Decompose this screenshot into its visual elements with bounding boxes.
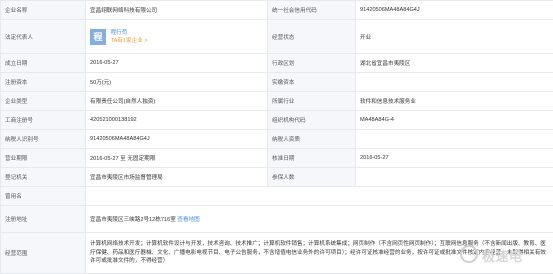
- table-row: 纳税人识别号 91420506MA48A84G4J 纳税人资质: [0, 129, 553, 149]
- value-former-name: [85, 186, 553, 206]
- value-registration-authority: 宜昌市夷陵区市场监督管理局: [85, 167, 268, 187]
- label-industry: 所属行业: [267, 91, 356, 111]
- legal-rep-companies-link[interactable]: TA有1家企业 >: [111, 38, 148, 44]
- value-address: 宜昌市夷陵区三峡路2号12栋716室: [90, 217, 176, 223]
- table-row: 营业期限 2016-05-27 至 无固定期限 核准日期 2016-05-27: [0, 148, 553, 168]
- value-region: 湖北省宜昌市夷陵区: [355, 53, 553, 73]
- value-company-name: 宜昌翊联网络科技有限公司: [85, 0, 268, 20]
- value-business-term: 2016-05-27 至 无固定期限: [85, 148, 268, 168]
- table-row: 企业类型 有限责任公司(自然人独资) 所属行业 软件和信息技术服务业: [0, 91, 553, 111]
- label-registration-no: 工商注册号: [0, 110, 86, 130]
- label-address: 注册地址: [0, 205, 86, 233]
- table-row: 曾用名: [0, 186, 553, 206]
- label-registration-authority: 登记机关: [0, 167, 86, 187]
- value-paid-capital: [355, 72, 553, 92]
- label-established: 成立日期: [0, 53, 86, 73]
- label-company-name: 企业名称: [0, 0, 86, 20]
- value-taxpayer-qualification: [355, 129, 553, 149]
- value-credit-code: 91420506MA48A84G4J: [355, 0, 553, 20]
- value-org-code: MA48A84G-4: [355, 110, 553, 130]
- address-cell: 宜昌市夷陵区三峡路2号12栋716室 查看地图: [85, 205, 553, 233]
- table-row: 企业名称 宜昌翊联网络科技有限公司 统一社会信用代码 91420506MA48A…: [0, 0, 553, 20]
- value-established: 2016-05-27: [85, 53, 268, 73]
- table-row: 注册资本 50万(元) 实缴资本: [0, 72, 553, 92]
- label-business-scope: 经营范围: [0, 232, 86, 274]
- company-info-table: 企业名称 宜昌翊联网络科技有限公司 统一社会信用代码 91420506MA48A…: [0, 0, 553, 274]
- watermark-logo-icon: [460, 245, 478, 263]
- label-legal-rep: 法定代表人: [0, 19, 86, 54]
- label-company-type: 企业类型: [0, 91, 86, 111]
- label-taxpayer-qualification: 纳税人资质: [267, 129, 356, 149]
- label-registered-capital: 注册资本: [0, 72, 86, 92]
- label-paid-capital: 实缴资本: [267, 72, 356, 92]
- table-row: 工商注册号 420521000138192 组织机构代码 MA48A84G-4: [0, 110, 553, 130]
- label-business-term: 营业期限: [0, 148, 86, 168]
- label-status: 经营状态: [267, 19, 356, 54]
- table-row: 注册地址 宜昌市夷陵区三峡路2号12栋716室 查看地图: [0, 205, 553, 233]
- label-insured-count: 参保人数: [267, 167, 356, 187]
- watermark-text: 极速电: [482, 250, 523, 265]
- avatar: 程: [90, 28, 106, 45]
- value-insured-count: [355, 167, 553, 187]
- value-company-type: 有限责任公司(自然人独资): [85, 91, 268, 111]
- label-approval-date: 核准日期: [267, 148, 356, 168]
- view-map-link[interactable]: 查看地图: [177, 217, 199, 223]
- value-industry: 软件和信息技术服务业: [355, 91, 553, 111]
- table-row: 成立日期 2016-05-27 行政区划 湖北省宜昌市夷陵区: [0, 53, 553, 73]
- legal-rep-name-link[interactable]: 程行苟: [111, 30, 128, 36]
- label-org-code: 组织机构代码: [267, 110, 356, 130]
- value-status: 开业: [355, 19, 553, 54]
- legal-rep-cell: 程 程行苟 TA有1家企业 >: [85, 19, 268, 54]
- value-taxpayer-id: 91420506MA48A84G4J: [85, 129, 268, 149]
- value-registration-no: 420521000138192: [85, 110, 268, 130]
- label-region: 行政区划: [267, 53, 356, 73]
- table-row: 登记机关 宜昌市夷陵区市场监督管理局 参保人数: [0, 167, 553, 187]
- label-former-name: 曾用名: [0, 186, 86, 206]
- watermark: 极速电: [458, 244, 550, 266]
- label-credit-code: 统一社会信用代码: [267, 0, 356, 20]
- value-registered-capital: 50万(元): [85, 72, 268, 92]
- label-taxpayer-id: 纳税人识别号: [0, 129, 86, 149]
- value-approval-date: 2016-05-27: [355, 148, 553, 168]
- table-row: 法定代表人 程 程行苟 TA有1家企业 > 经营状态 开业: [0, 19, 553, 54]
